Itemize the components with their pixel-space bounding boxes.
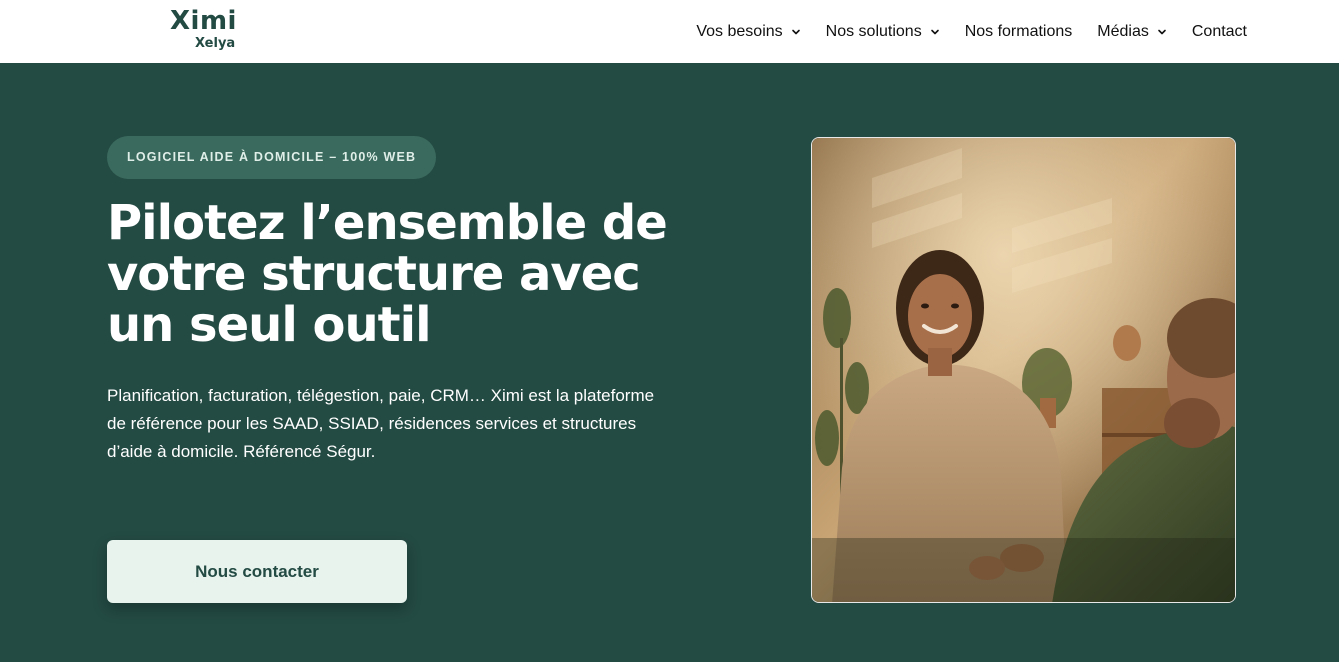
contact-button[interactable]: Nous contacter	[107, 540, 407, 603]
hero-badge: LOGICIEL AIDE À DOMICILE – 100% WEB	[107, 136, 437, 179]
hero-headline: Pilotez l’ensemble de votre structure av…	[107, 195, 668, 353]
ximi-logo[interactable]: Ximi Xelya	[170, 6, 250, 56]
nav-item-label: Contact	[1191, 22, 1247, 40]
hero-content: LOGICIEL AIDE À DOMICILE – 100% WEB Pilo…	[107, 136, 707, 466]
nav-item-label: Médias	[1097, 22, 1149, 40]
chevron-down-icon	[1158, 29, 1166, 34]
nav-item-vos-besoins[interactable]: Vos besoins	[696, 23, 800, 41]
chevron-down-icon	[930, 29, 939, 34]
nav-item-label: Vos besoins	[696, 22, 783, 40]
nav-item-label: Nos formations	[964, 22, 1073, 40]
nav-item-contact[interactable]: Contact	[1192, 23, 1247, 41]
logo-subtitle: Xelya	[195, 36, 236, 51]
top-navbar: Ximi Xelya Vos besoins Nos solutions Nos…	[0, 0, 1339, 63]
logo-wordmark: Ximi	[170, 6, 237, 36]
main-nav: Vos besoins Nos solutions Nos formations…	[696, 0, 1247, 63]
chevron-down-icon	[791, 29, 800, 34]
hero-photo-illustration	[812, 138, 1235, 602]
nav-item-nos-formations[interactable]: Nos formations	[965, 23, 1073, 41]
hero-photo	[811, 137, 1236, 603]
nav-item-nos-solutions[interactable]: Nos solutions	[826, 23, 940, 41]
hero-description: Planification, facturation, télégestion,…	[107, 386, 655, 461]
nav-item-label: Nos solutions	[825, 22, 922, 40]
nav-item-medias[interactable]: Médias	[1097, 23, 1167, 41]
